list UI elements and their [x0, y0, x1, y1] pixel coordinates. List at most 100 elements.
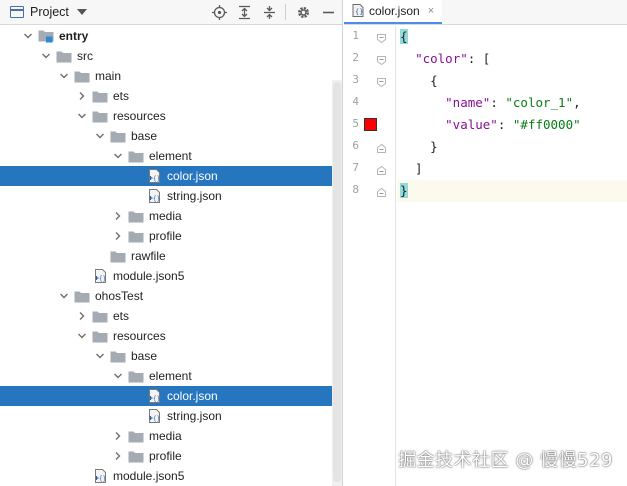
tree-scrollbar[interactable] [332, 80, 342, 486]
code-line[interactable]: "color": [ [397, 48, 627, 70]
fold-open-icon[interactable] [377, 32, 386, 44]
tree-item-element[interactable]: element [0, 366, 342, 386]
chevron-down-icon[interactable] [112, 366, 124, 386]
folder-icon [74, 289, 90, 303]
svg-text:{}: {} [153, 176, 160, 183]
gutter-line: 4 [344, 92, 395, 114]
chevron-down-icon[interactable] [94, 346, 106, 366]
chevron-down-icon[interactable] [76, 326, 88, 346]
tree-item-label: profile [149, 449, 182, 463]
chevron-right-icon[interactable] [112, 426, 124, 446]
fold-close-icon[interactable] [377, 186, 386, 197]
chevron-down-icon[interactable] [76, 9, 87, 15]
collapse-all-icon[interactable] [261, 4, 277, 20]
code-line[interactable]: ] [397, 158, 627, 180]
tree-item-color-json[interactable]: {} color.json [0, 386, 342, 406]
code-line[interactable]: "name": "color_1", [397, 92, 627, 114]
json-key: "color" [415, 51, 468, 66]
close-icon[interactable]: × [428, 5, 434, 17]
chevron-down-icon[interactable] [58, 66, 70, 86]
fold-close-icon[interactable] [377, 142, 386, 153]
tree-item-module-json5[interactable]: {} module.json5 [0, 466, 342, 486]
tree-item-rawfile[interactable]: rawfile [0, 246, 342, 266]
folder-icon [74, 69, 90, 83]
code-token: { [400, 73, 438, 88]
tree-item-ets[interactable]: ets [0, 306, 342, 326]
gutter-line: 3 [344, 70, 395, 92]
code-line[interactable]: } [397, 136, 627, 158]
code-line[interactable]: } [397, 180, 627, 202]
minimize-icon[interactable] [320, 4, 336, 20]
tree-item-module-json5[interactable]: {} module.json5 [0, 266, 342, 286]
tree-item-element[interactable]: element [0, 146, 342, 166]
tree-item-profile[interactable]: profile [0, 446, 342, 466]
fold-open-icon[interactable] [377, 54, 386, 66]
color-swatch-icon[interactable] [364, 118, 377, 131]
code-line[interactable]: "value": "#ff0000" [397, 114, 627, 136]
gutter-line: 7 [344, 158, 395, 180]
tree-item-resources[interactable]: resources [0, 326, 342, 346]
tree-item-label: ohosTest [95, 289, 144, 303]
json-string: "color_1" [505, 95, 574, 110]
folder-icon [92, 309, 108, 323]
line-number: 3 [352, 73, 359, 86]
gear-icon[interactable] [295, 4, 311, 20]
locate-icon[interactable] [211, 4, 227, 20]
code-line[interactable]: { [397, 70, 627, 92]
tree-item-string-json[interactable]: {} string.json [0, 186, 342, 206]
chevron-down-icon[interactable] [40, 46, 52, 66]
json-file-icon: {} [146, 409, 162, 423]
code-area[interactable]: 1 2 3 4 5 6 7 8 { "color": [ { "name": "color_1… [344, 26, 627, 486]
tree-item-ohostest[interactable]: ohosTest [0, 286, 342, 306]
tree-item-label: src [77, 49, 93, 63]
folder-icon [110, 349, 126, 363]
code-token: } [400, 139, 438, 154]
tree-item-label: color.json [167, 389, 218, 403]
tree-item-ets[interactable]: ets [0, 86, 342, 106]
fold-open-icon[interactable] [377, 76, 386, 88]
chevron-right-icon[interactable] [112, 226, 124, 246]
line-number: 4 [352, 95, 359, 108]
tree-item-base[interactable]: base [0, 126, 342, 146]
scrollbar-thumb[interactable] [333, 82, 341, 482]
chevron-right-icon[interactable] [76, 306, 88, 326]
tree-item-label: element [149, 369, 192, 383]
tree-item-color-json[interactable]: {} color.json [0, 166, 342, 186]
code-token: , [573, 95, 581, 110]
folder-icon [128, 229, 144, 243]
svg-text:{}: {} [153, 416, 160, 423]
chevron-down-icon[interactable] [94, 126, 106, 146]
expand-all-icon[interactable] [236, 4, 252, 20]
tree-item-profile[interactable]: profile [0, 226, 342, 246]
tree-item-base[interactable]: base [0, 346, 342, 366]
tree-item-resources[interactable]: resources [0, 106, 342, 126]
chevron-right-icon[interactable] [76, 86, 88, 106]
chevron-down-icon[interactable] [76, 106, 88, 126]
tree-item-media[interactable]: media [0, 206, 342, 226]
svg-text:{}: {} [99, 476, 106, 483]
chevron-right-icon[interactable] [112, 446, 124, 466]
gutter-line: 5 [344, 114, 395, 136]
chevron-down-icon[interactable] [112, 146, 124, 166]
fold-close-icon[interactable] [377, 164, 386, 175]
chevron-down-icon[interactable] [22, 26, 34, 46]
chevron-right-icon[interactable] [112, 206, 124, 226]
tree-item-string-json[interactable]: {} string.json [0, 406, 342, 426]
code-line[interactable]: { [397, 26, 627, 48]
json-file-icon: {} [92, 469, 108, 483]
json-key: "value" [445, 117, 498, 132]
tree-item-main[interactable]: main [0, 66, 342, 86]
tree-item-label: string.json [167, 409, 222, 423]
tree-item-label: main [95, 69, 122, 83]
project-panel-header: Project [0, 0, 342, 25]
project-view-title[interactable]: Project [30, 5, 69, 19]
tree-item-label: color.json [167, 169, 218, 183]
tree-item-src[interactable]: src [0, 46, 342, 66]
code-text[interactable]: { "color": [ { "name": "color_1", "value… [397, 26, 627, 202]
folder-icon [128, 449, 144, 463]
chevron-down-icon[interactable] [58, 286, 70, 306]
tree-item-entry[interactable]: entry [0, 26, 342, 46]
tree-item-media[interactable]: media [0, 426, 342, 446]
folder-icon [128, 149, 144, 163]
tab-color-json[interactable]: {} color.json × [344, 0, 443, 24]
